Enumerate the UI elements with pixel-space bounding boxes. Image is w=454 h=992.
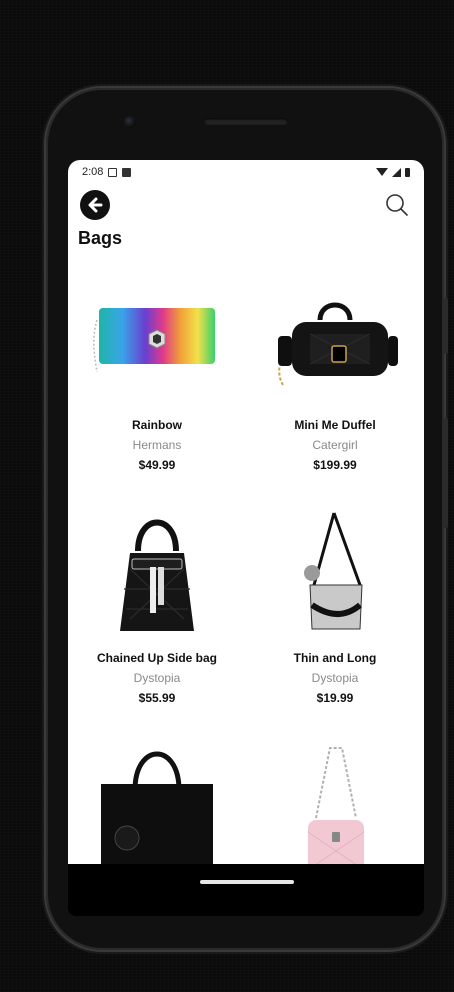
app-bar: [68, 184, 424, 226]
status-time: 2:08: [82, 166, 104, 178]
search-button[interactable]: [382, 190, 412, 220]
product-name: Thin and Long: [293, 651, 377, 665]
product-name: Chained Up Side bag: [96, 651, 217, 665]
product-image: [87, 280, 227, 400]
product-name: Mini Me Duffel: [294, 418, 376, 432]
product-price: $199.99: [313, 458, 357, 472]
product-card[interactable]: Rainbow Hermans $49.99: [68, 280, 246, 495]
cellular-signal-icon: [392, 167, 401, 177]
product-name: Rainbow: [132, 418, 182, 432]
product-price: $19.99: [316, 691, 354, 705]
product-image: [265, 746, 405, 864]
earpiece-speaker: [204, 118, 288, 125]
status-bar: 2:08: [68, 160, 424, 184]
sim-card-icon: [122, 167, 132, 177]
power-button: [443, 298, 448, 354]
notification-icon: [108, 167, 118, 177]
arrow-left-icon: [88, 197, 103, 213]
product-image: [87, 746, 227, 864]
page-title: Bags: [78, 228, 123, 248]
product-brand: Dystopia: [311, 671, 359, 685]
home-indicator[interactable]: [200, 880, 294, 884]
back-button[interactable]: [80, 190, 110, 220]
product-brand: Catergirl: [312, 438, 358, 452]
app-screen: 2:08 Bags Rainbow Hermans $49.99 Mini Me…: [68, 160, 424, 864]
front-camera: [124, 116, 136, 128]
search-icon: [386, 194, 408, 216]
product-brand: Hermans: [132, 438, 182, 452]
battery-icon: [405, 167, 410, 177]
product-card[interactable]: [68, 746, 246, 864]
wifi-icon: [376, 168, 388, 176]
product-brand: Dystopia: [133, 671, 181, 685]
volume-button: [443, 418, 448, 528]
navigation-bar: [68, 864, 424, 916]
product-price: $55.99: [138, 691, 176, 705]
phone-frame: 2:08 Bags Rainbow Hermans $49.99 Mini Me…: [46, 88, 448, 950]
product-image: [265, 280, 405, 400]
product-image: [265, 512, 405, 633]
product-card[interactable]: [246, 746, 424, 864]
product-image: [87, 513, 227, 633]
product-card[interactable]: Chained Up Side bag Dystopia $55.99: [68, 513, 246, 728]
product-price: $49.99: [138, 458, 176, 472]
product-card[interactable]: Mini Me Duffel Catergirl $199.99: [246, 280, 424, 495]
product-grid: Rainbow Hermans $49.99 Mini Me Duffel Ca…: [68, 280, 424, 864]
product-card[interactable]: Thin and Long Dystopia $19.99: [246, 512, 424, 728]
